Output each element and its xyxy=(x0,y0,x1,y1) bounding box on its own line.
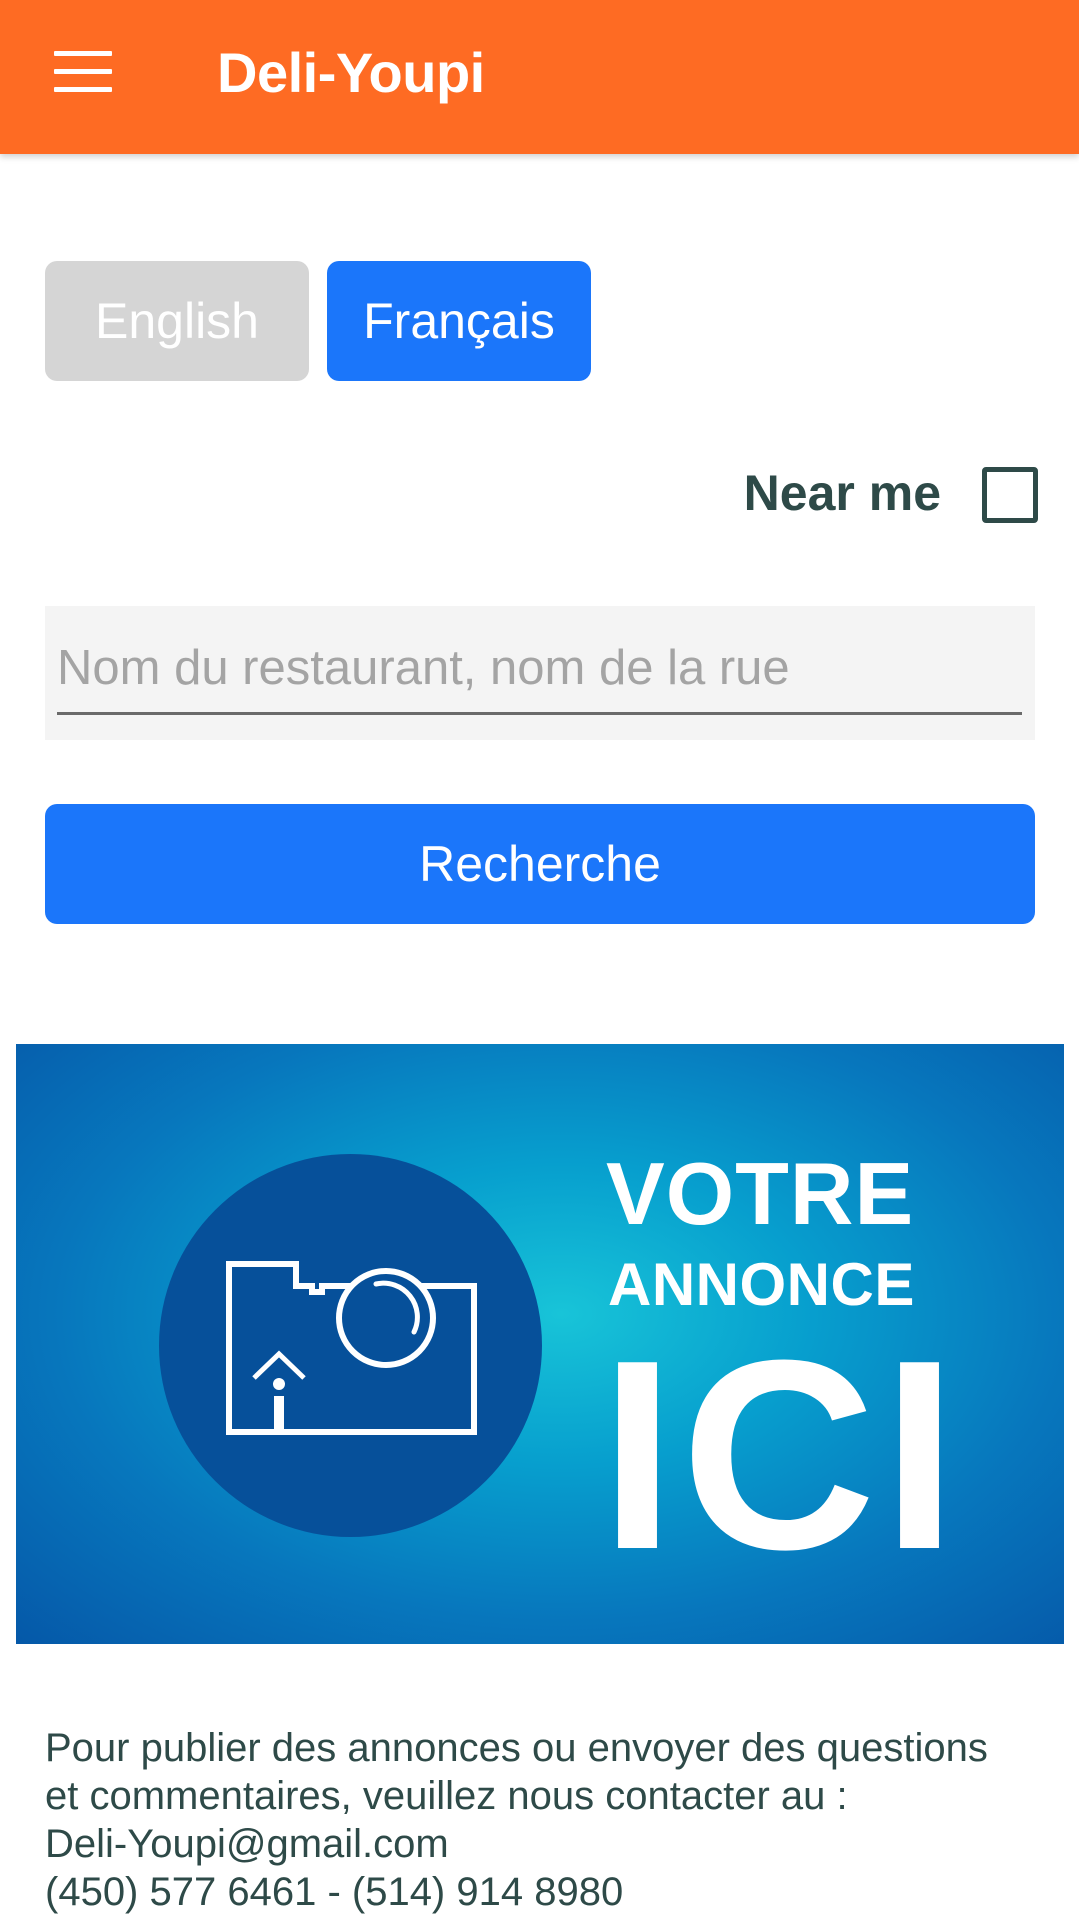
english-button[interactable]: English xyxy=(45,261,309,381)
ad-line-votre: VOTRE xyxy=(606,1144,915,1243)
menu-line xyxy=(54,51,112,56)
menu-line xyxy=(54,69,112,74)
contact-info: Pour publier des annonces ou envoyer des… xyxy=(45,1724,1055,1916)
near-me-checkbox[interactable] xyxy=(982,467,1038,523)
app-bar: Deli-Youpi xyxy=(0,0,1079,154)
search-field xyxy=(45,606,1035,740)
menu-line xyxy=(54,87,112,92)
contact-line: et commentaires, veuillez nous contacter… xyxy=(45,1774,848,1818)
app-title: Deli-Youpi xyxy=(217,41,485,104)
contact-line: Pour publier des annonces ou envoyer des… xyxy=(45,1726,988,1770)
french-button[interactable]: Français xyxy=(327,261,591,381)
search-underline xyxy=(57,712,1022,715)
contact-email[interactable]: Deli-Youpi@gmail.com xyxy=(45,1820,1055,1868)
camera-house-icon xyxy=(226,1261,477,1435)
near-me-label: Near me xyxy=(743,465,941,521)
hamburger-menu-icon[interactable] xyxy=(54,49,114,95)
ad-line-ici: ICI xyxy=(600,1305,964,1606)
ad-banner[interactable]: VOTRE ANNONCE ICI xyxy=(16,1044,1064,1644)
search-input[interactable] xyxy=(57,636,1022,700)
search-button[interactable]: Recherche xyxy=(45,804,1035,924)
contact-phones[interactable]: (450) 577 6461 - (514) 914 8980 xyxy=(45,1868,1055,1916)
